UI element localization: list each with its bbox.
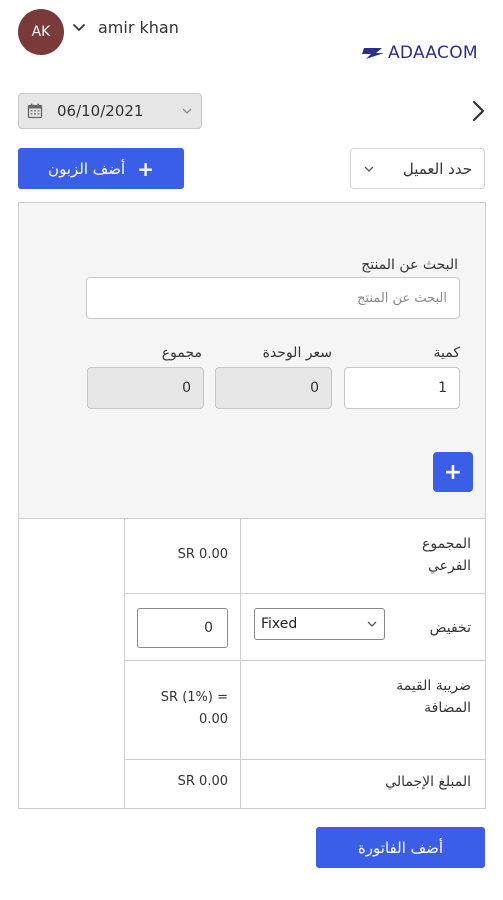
brand-mark-icon — [362, 48, 384, 59]
chevron-down-icon[interactable] — [71, 19, 87, 35]
unit-price-value: 0 — [310, 380, 319, 396]
brand-name: ADAACOM — [388, 43, 478, 63]
grand-total-label: المبلغ الإجمالي — [385, 774, 471, 790]
table-divider — [240, 519, 241, 808]
plus-icon: + — [443, 459, 463, 485]
table-divider — [124, 660, 485, 661]
avatar-initials: AK — [31, 24, 51, 40]
line-total-label: مجموع — [161, 345, 202, 361]
chevron-down-icon — [367, 621, 377, 627]
table-divider — [124, 519, 125, 808]
quantity-field[interactable]: 1 — [344, 367, 460, 409]
add-invoice-button[interactable]: أضف الفاتورة — [316, 827, 485, 868]
plus-icon: + — [137, 156, 154, 181]
subtotal-value: SR 0.00 — [177, 547, 228, 562]
add-product-button[interactable]: + — [433, 452, 473, 492]
calendar-icon — [27, 103, 43, 119]
add-customer-button[interactable]: + أضف الزبون — [18, 148, 184, 189]
chevron-down-icon — [364, 166, 374, 172]
discount-value-input[interactable]: 0 — [137, 608, 228, 648]
summary-table: المجموع الفرعي SR 0.00 تخفيض Fixed 0 ضري… — [19, 518, 485, 808]
customer-select-label: حدد العميل — [402, 159, 472, 178]
vat-label: ضريبة القيمة المضافة — [396, 678, 471, 716]
product-search-input[interactable] — [86, 277, 460, 319]
customer-select[interactable]: حدد العميل — [350, 148, 485, 189]
discount-type-select[interactable]: Fixed — [254, 608, 385, 640]
discount-label: تخفيض — [429, 620, 471, 636]
table-divider — [124, 759, 485, 760]
invoice-date-picker[interactable]: 06/10/2021 — [18, 93, 202, 129]
quantity-label: كمية — [433, 345, 461, 361]
brand-logo: ADAACOM — [362, 43, 478, 63]
subtotal-label: المجموع الفرعي — [422, 536, 471, 574]
chevron-down-icon — [182, 108, 192, 114]
discount-type-value: Fixed — [261, 616, 298, 632]
quantity-value: 1 — [438, 380, 447, 396]
avatar[interactable]: AK — [18, 9, 64, 55]
invoice-panel: البحث عن المنتج كمية 1 سعر الوحدة 0 مجمو… — [18, 202, 486, 809]
line-total-field: 0 — [87, 367, 204, 409]
chevron-right-icon[interactable] — [468, 99, 488, 123]
grand-total-value: SR 0.00 — [177, 774, 228, 789]
table-divider — [124, 593, 485, 594]
vat-value: SR (1%) = 0.00 — [160, 690, 228, 727]
user-name[interactable]: amir khan — [98, 18, 179, 37]
product-search-label: البحث عن المنتج — [361, 257, 458, 273]
line-total-value: 0 — [182, 380, 191, 396]
unit-price-label: سعر الوحدة — [262, 345, 332, 361]
unit-price-field: 0 — [215, 367, 332, 409]
date-value: 06/10/2021 — [57, 102, 144, 120]
add-customer-label: أضف الزبون — [48, 159, 126, 178]
add-invoice-label: أضف الفاتورة — [357, 838, 444, 857]
discount-value: 0 — [204, 620, 213, 636]
